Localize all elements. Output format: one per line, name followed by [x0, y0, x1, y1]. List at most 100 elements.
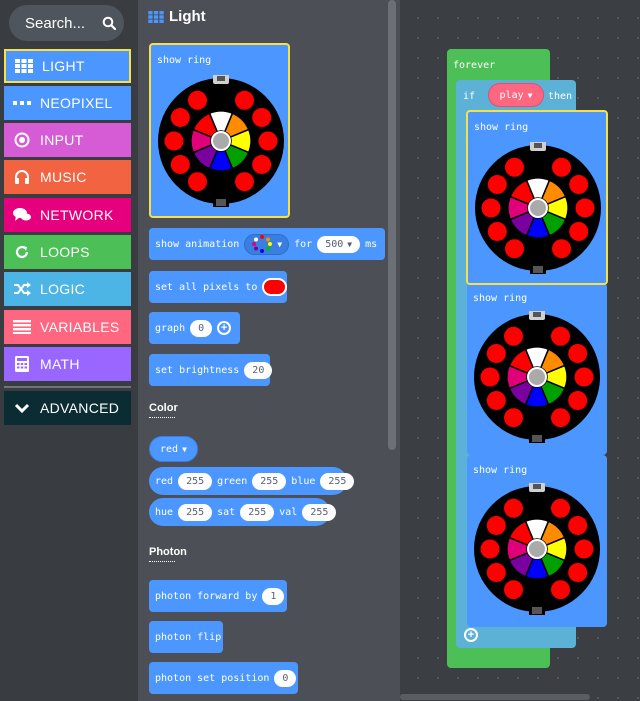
ring-led[interactable] [486, 563, 506, 582]
red-value-input[interactable]: 255 [178, 472, 213, 490]
photon-set-position-block[interactable]: photon set position 0 [149, 662, 298, 694]
add-icon[interactable]: + [217, 321, 232, 335]
ring-led[interactable] [551, 326, 570, 346]
ring-led[interactable] [504, 498, 523, 518]
ring-led[interactable] [551, 498, 570, 518]
ring-led[interactable] [170, 108, 190, 127]
ring-led[interactable] [480, 539, 500, 559]
graph-block[interactable]: graph 0 + [149, 312, 240, 344]
ring-led[interactable] [551, 580, 570, 600]
ring-led[interactable] [569, 222, 589, 241]
hsv-block[interactable]: hue 255 sat 255 val 255 [149, 498, 337, 526]
category-variables[interactable]: VARIABLES [4, 310, 131, 344]
ring-led[interactable] [504, 408, 523, 428]
ring-led[interactable] [486, 344, 506, 363]
color-picker[interactable] [262, 278, 287, 296]
flyout-scrollbar[interactable] [388, 0, 396, 450]
ring-led[interactable] [188, 90, 207, 110]
ring-led[interactable] [504, 326, 523, 346]
photon-flip-block[interactable]: photon flip [149, 621, 223, 653]
block-label: ms [365, 238, 378, 250]
workspace-scrollbar[interactable] [400, 694, 590, 700]
ring-led[interactable] [252, 155, 272, 174]
green-value-input[interactable]: 255 [252, 472, 287, 490]
red-color-block[interactable]: red ▼ [149, 435, 210, 463]
brightness-value-input[interactable]: 20 [244, 361, 273, 379]
ring-led[interactable] [188, 172, 207, 192]
show-ring-block[interactable]: show ring [149, 43, 290, 218]
makecode-editor: Search... LIGHT NEOPIXEL INPUT MUSIC NET… [0, 0, 640, 701]
ring-led[interactable] [574, 539, 594, 559]
ring-led[interactable] [170, 155, 190, 174]
ring-led[interactable] [486, 516, 506, 535]
ring-led[interactable] [568, 391, 588, 410]
show-ring-block[interactable]: show ring [466, 110, 608, 285]
ring-led[interactable] [258, 131, 278, 151]
duration-dropdown[interactable]: 500 ▼ [317, 235, 361, 253]
blue-value-input[interactable]: 255 [320, 472, 355, 490]
ring-led[interactable] [505, 239, 524, 259]
ring-led[interactable] [552, 239, 571, 259]
set-all-pixels-block[interactable]: set all pixels to [149, 271, 287, 303]
color-name-dropdown[interactable]: red ▼ [149, 436, 198, 462]
photon-forward-block[interactable]: photon forward by 1 [149, 580, 287, 612]
ring-preview[interactable] [155, 75, 287, 207]
block-label: show animation [155, 238, 240, 250]
block-label: photon forward by [155, 590, 258, 602]
ring-led[interactable] [486, 391, 506, 410]
category-network[interactable]: NETWORK [4, 198, 131, 232]
position-value-input[interactable]: 0 [274, 669, 297, 687]
category-neopixel[interactable]: NEOPIXEL [4, 86, 131, 120]
chevron-down-icon [4, 403, 40, 413]
ring-led[interactable] [574, 367, 594, 387]
hue-value-input[interactable]: 255 [178, 503, 213, 521]
sat-value-input[interactable]: 255 [240, 503, 275, 521]
graph-value-input[interactable]: 0 [190, 319, 213, 337]
block-label: photon set position [155, 672, 270, 684]
toolbox-search[interactable]: Search... [9, 5, 124, 41]
val-value-input[interactable]: 255 [302, 503, 337, 521]
category-music[interactable]: MUSIC [4, 160, 131, 194]
show-ring-block[interactable]: show ring [467, 455, 607, 627]
block-label: show ring [157, 55, 212, 66]
add-else-icon[interactable]: + [464, 628, 478, 642]
ring-led[interactable] [480, 367, 500, 387]
category-light[interactable]: LIGHT [4, 49, 131, 83]
ring-led[interactable] [487, 175, 507, 194]
caret-down-icon: ▼ [277, 239, 283, 249]
ring-led[interactable] [568, 563, 588, 582]
ring-led[interactable] [568, 516, 588, 535]
duration-value: 500 [325, 238, 344, 250]
ring-led[interactable] [252, 108, 272, 127]
show-animation-block[interactable]: show animation ▼ for 500 ▼ ms [149, 228, 385, 260]
ring-led[interactable] [569, 175, 589, 194]
ring-led[interactable] [235, 172, 254, 192]
ring-led[interactable] [552, 157, 571, 177]
set-brightness-block[interactable]: set brightness 20 [149, 354, 273, 386]
ring-led[interactable] [568, 344, 588, 363]
ring-preview[interactable] [471, 483, 603, 615]
category-advanced[interactable]: ADVANCED [4, 391, 131, 425]
category-loops[interactable]: LOOPS [4, 235, 131, 269]
ring-preview[interactable] [471, 311, 603, 443]
ring-led[interactable] [575, 198, 595, 218]
play-variable-dropdown[interactable]: play ▼ [488, 83, 544, 107]
ring-led[interactable] [487, 222, 507, 241]
ring-led[interactable] [504, 580, 523, 600]
ring-led[interactable] [235, 90, 254, 110]
ring-led[interactable] [551, 408, 570, 428]
show-ring-block[interactable]: show ring [467, 283, 607, 455]
category-input[interactable]: INPUT [4, 123, 131, 157]
category-math[interactable]: MATH [4, 347, 131, 381]
animation-dropdown[interactable]: ▼ [244, 233, 290, 255]
ring-preview[interactable] [472, 142, 604, 274]
ring-led[interactable] [164, 131, 184, 151]
grid-icon [6, 59, 42, 73]
category-logic[interactable]: LOGIC [4, 272, 131, 306]
forward-value-input[interactable]: 1 [262, 587, 285, 605]
block-label: show ring [474, 122, 529, 133]
ring-led[interactable] [505, 157, 524, 177]
rgb-block[interactable]: red 255 green 255 blue 255 [149, 467, 355, 495]
shuffle-icon [4, 282, 40, 296]
ring-led[interactable] [481, 198, 501, 218]
